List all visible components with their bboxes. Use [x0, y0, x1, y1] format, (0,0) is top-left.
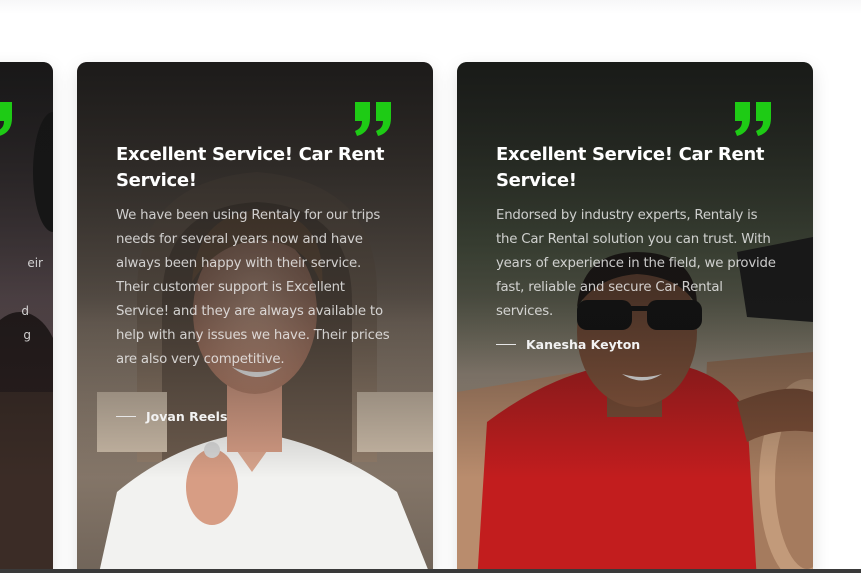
partial-text-line: g — [23, 328, 31, 342]
testimonial-text: We have been using Rentaly for our trips… — [116, 208, 390, 367]
author-name: Jovan Reels — [146, 409, 228, 424]
testimonial-author: Jovan Reels — [116, 409, 227, 424]
quote-icon — [0, 102, 12, 136]
testimonial-card-partial: eir d g — [0, 62, 53, 573]
quote-icon — [355, 102, 391, 136]
quote-icon — [735, 102, 771, 136]
partial-text-line: eir — [27, 256, 43, 270]
testimonial-card: Excellent Service! Car Rent Service! End… — [457, 62, 813, 573]
author-name: Kanesha Keyton — [526, 337, 641, 352]
partial-text-line: d — [21, 304, 29, 318]
testimonial-title: Excellent Service! Car Rent Service! — [496, 144, 765, 191]
testimonials-section: eir d g Excellent Service! Car Rent Serv… — [0, 0, 861, 573]
testimonial-title: Excellent Service! Car Rent Service! — [116, 144, 385, 191]
bottom-edge — [0, 569, 861, 573]
testimonial-author: Kanesha Keyton — [496, 337, 640, 352]
author-divider — [496, 344, 516, 345]
author-divider — [116, 416, 136, 417]
testimonial-card: Excellent Service! Car Rent Service! We … — [77, 62, 433, 573]
testimonial-text: Endorsed by industry experts, Rentaly is… — [496, 208, 776, 319]
